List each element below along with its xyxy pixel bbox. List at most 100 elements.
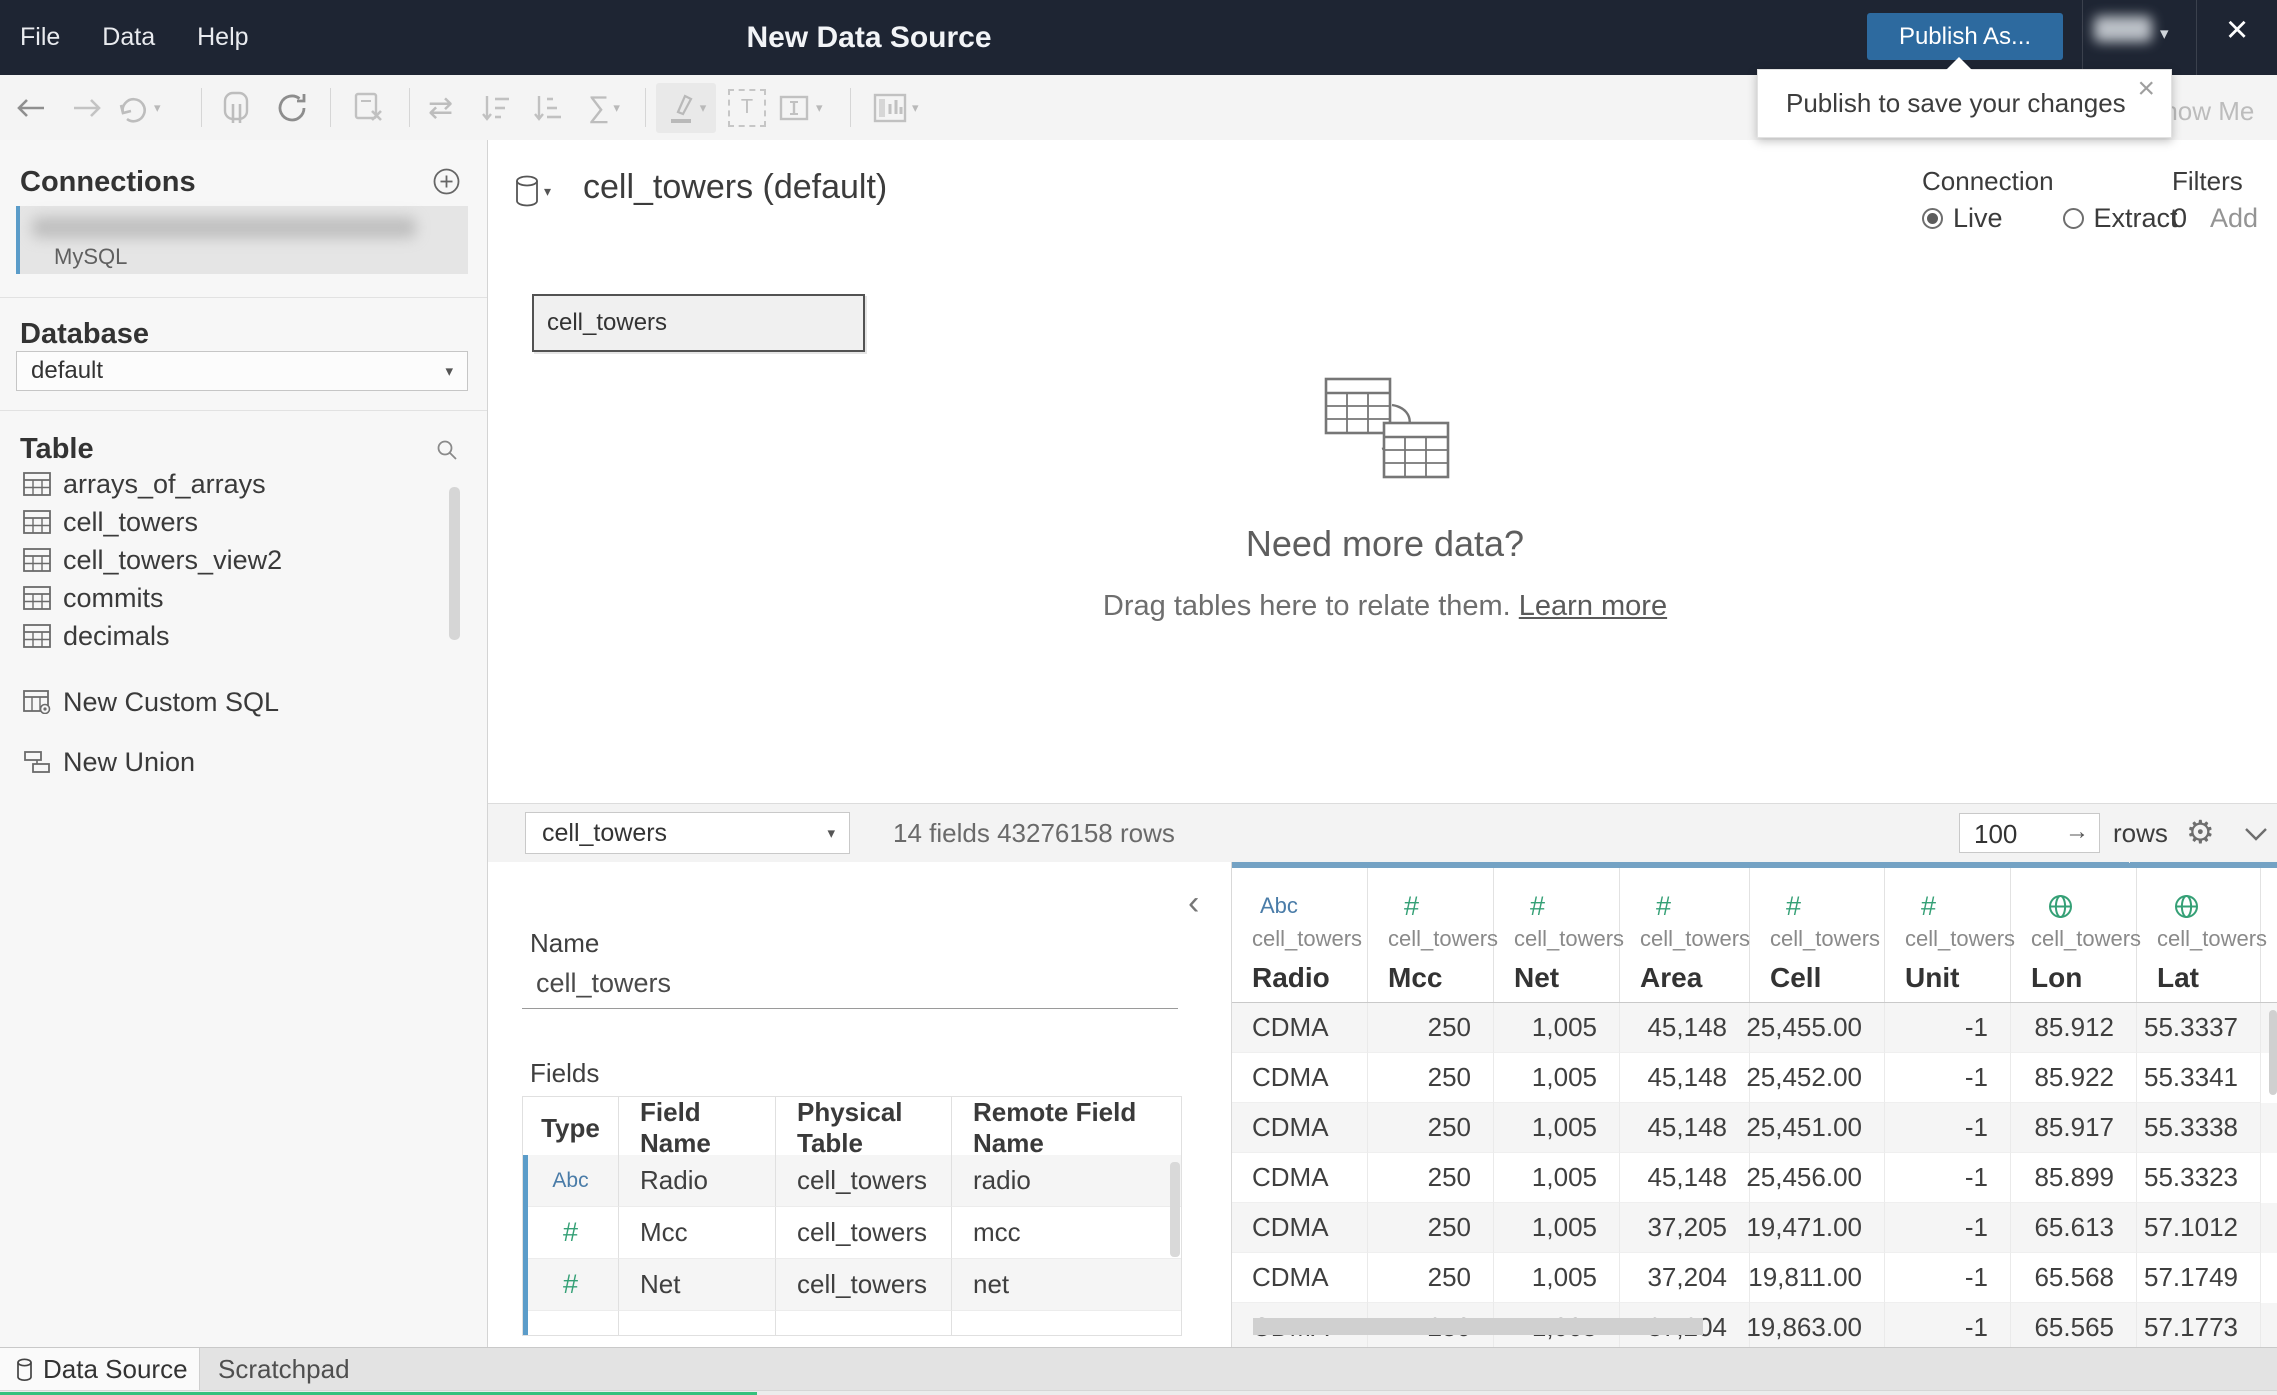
fields-col-physical-table[interactable]: Physical Table	[776, 1097, 952, 1160]
gear-icon[interactable]: ⚙	[2186, 813, 2215, 851]
tab-scratchpad[interactable]: Scratchpad	[200, 1348, 440, 1391]
grid-col-table-label: cell_towers	[2157, 926, 2268, 951]
table-search-icon[interactable]	[436, 439, 458, 461]
add-connection-icon[interactable]	[433, 168, 460, 195]
grid-col-cell[interactable]: # cell_towers Cell	[1750, 868, 1885, 1002]
highlight-button[interactable]: ▾	[656, 83, 716, 133]
live-label[interactable]: Live	[1953, 203, 2003, 234]
user-account-menu[interactable]	[2094, 16, 2152, 42]
table-item-cell-towers-view2[interactable]: cell_towers_view2	[0, 541, 452, 579]
menu-data[interactable]: Data	[102, 23, 155, 52]
table-item-decimals[interactable]: decimals	[0, 617, 452, 655]
replay-caret-icon[interactable]: ▾	[154, 100, 161, 116]
fields-table-scrollbar[interactable]	[1170, 1162, 1180, 1257]
datasource-db-icon[interactable]: ▾	[514, 175, 551, 207]
grid-col-mcc[interactable]: # cell_towers Mcc	[1368, 868, 1498, 1002]
extract-radio[interactable]	[2062, 208, 2084, 229]
sort-descending-button[interactable]	[533, 92, 565, 124]
sidebar: Connections MySQL Database default ▾ Tab…	[0, 140, 488, 1347]
extract-label[interactable]: Extract	[2094, 203, 2178, 234]
row-count-input[interactable]	[1972, 814, 2066, 854]
grid-vertical-scrollbar[interactable]	[2269, 1010, 2277, 1095]
fields-col-field-name[interactable]: Field Name	[619, 1097, 776, 1160]
grid-col-lat[interactable]: cell_towers Lat	[2137, 868, 2268, 1002]
grid-col-area[interactable]: # cell_towers Area	[1620, 868, 1750, 1002]
field-row-partial[interactable]	[523, 1311, 1181, 1335]
database-select[interactable]: default ▾	[16, 351, 468, 391]
field-name-cell: Mcc	[619, 1207, 776, 1259]
cell: 37,204	[1620, 1253, 1750, 1303]
grid-col-lon[interactable]: cell_towers Lon	[2011, 868, 2141, 1002]
table-item-commits[interactable]: commits	[0, 579, 452, 617]
fit-caret-icon[interactable]: ▾	[816, 100, 823, 116]
table-list: arrays_of_arrays cell_towers cell_towers…	[0, 465, 452, 655]
fields-col-type[interactable]: Type	[523, 1097, 619, 1160]
grid-col-name: Area	[1640, 962, 1703, 993]
field-row-net[interactable]: # Net cell_towers net	[523, 1259, 1181, 1311]
database-select-caret-icon: ▾	[445, 363, 453, 380]
cell: 250	[1368, 1053, 1494, 1103]
field-name-cell: Net	[619, 1259, 776, 1311]
totals-button[interactable]: ∑ ▾	[588, 91, 620, 125]
live-radio[interactable]	[1922, 208, 1943, 229]
user-caret-icon[interactable]: ▾	[2160, 24, 2169, 44]
remote-field-cell: net	[952, 1259, 1181, 1311]
menu-help[interactable]: Help	[197, 23, 248, 52]
grid-col-radio[interactable]: Abc cell_towers Radio	[1232, 868, 1368, 1002]
cancel-update-button[interactable]	[352, 91, 386, 125]
learn-more-link[interactable]: Learn more	[1519, 590, 1667, 622]
sidebar-scrollbar[interactable]	[449, 487, 460, 640]
connection-item[interactable]: MySQL	[16, 206, 468, 274]
datasource-caret-icon[interactable]: ▾	[544, 183, 551, 200]
relationship-canvas: ▾ cell_towers (default) Connection Live …	[488, 140, 2277, 803]
tooltip-close-icon[interactable]: ×	[2137, 72, 2155, 106]
close-icon[interactable]: ×	[2226, 10, 2248, 50]
highlight-caret-icon[interactable]: ▾	[700, 100, 707, 116]
show-me-caret-icon[interactable]: ▾	[912, 100, 919, 116]
empty-state-heading: Need more data?	[1245, 523, 1525, 564]
collapse-panel-icon[interactable]: ‹	[1188, 886, 1199, 920]
swap-rows-columns-icon[interactable]: ⇄	[428, 90, 453, 125]
fit-selector[interactable]: ▾	[778, 93, 823, 123]
preview-table-select[interactable]: cell_towers ▾	[525, 812, 850, 854]
grid-col-table-label: cell_towers	[1252, 926, 1363, 951]
chevron-down-icon[interactable]	[2243, 826, 2269, 842]
totals-caret-icon[interactable]: ▾	[613, 100, 620, 116]
field-row-radio[interactable]: Abc Radio cell_towers radio	[523, 1155, 1181, 1207]
grid-col-name: Cell	[1770, 962, 1822, 993]
grid-col-name: Mcc	[1388, 962, 1443, 993]
publish-as-button[interactable]: Publish As...	[1867, 13, 2063, 60]
name-field[interactable]: cell_towers	[536, 968, 671, 999]
field-row-mcc[interactable]: # Mcc cell_towers mcc	[523, 1207, 1181, 1259]
cell: CDMA	[1232, 1103, 1368, 1153]
cell: 45,148	[1620, 1003, 1750, 1053]
grid-col-unit[interactable]: # cell_towers Unit	[1885, 868, 2015, 1002]
grid-horizontal-scrollbar[interactable]	[1253, 1318, 1703, 1335]
apply-row-count-icon[interactable]: →	[2065, 818, 2089, 846]
undo-button[interactable]	[14, 95, 48, 121]
tab-data-source[interactable]: Data Source	[0, 1348, 200, 1391]
cell: 85.899	[2011, 1153, 2137, 1203]
cell: 65.613	[2011, 1203, 2137, 1253]
table-item-cell-towers[interactable]: cell_towers	[0, 503, 452, 541]
new-custom-sql-button[interactable]: New Custom SQL	[0, 684, 452, 720]
fields-col-remote-field-name[interactable]: Remote Field Name	[952, 1097, 1181, 1160]
connection-section-label: Connection	[1922, 166, 2054, 196]
logical-table-node[interactable]: cell_towers	[532, 294, 865, 352]
pause-updates-button[interactable]	[222, 90, 252, 126]
replay-button[interactable]: ▾	[118, 93, 161, 123]
text-annotation-button[interactable]: T	[728, 88, 766, 127]
new-union-button[interactable]: New Union	[0, 744, 452, 780]
table-item-label: arrays_of_arrays	[63, 468, 266, 499]
table-item-arrays-of-arrays[interactable]: arrays_of_arrays	[0, 465, 452, 503]
show-me-toggle-button[interactable]: ▾	[872, 92, 919, 124]
refresh-button[interactable]	[274, 91, 310, 125]
redo-button[interactable]	[70, 95, 104, 121]
menu-file[interactable]: File	[20, 23, 60, 52]
filters-add-link[interactable]: Add	[2210, 203, 2258, 234]
union-icon	[23, 749, 51, 775]
sort-ascending-button[interactable]	[481, 92, 513, 124]
grid-col-net[interactable]: # cell_towers Net	[1494, 868, 1624, 1002]
cell: 19,863.00	[1746, 1303, 1885, 1347]
topbar-divider	[2082, 0, 2083, 75]
